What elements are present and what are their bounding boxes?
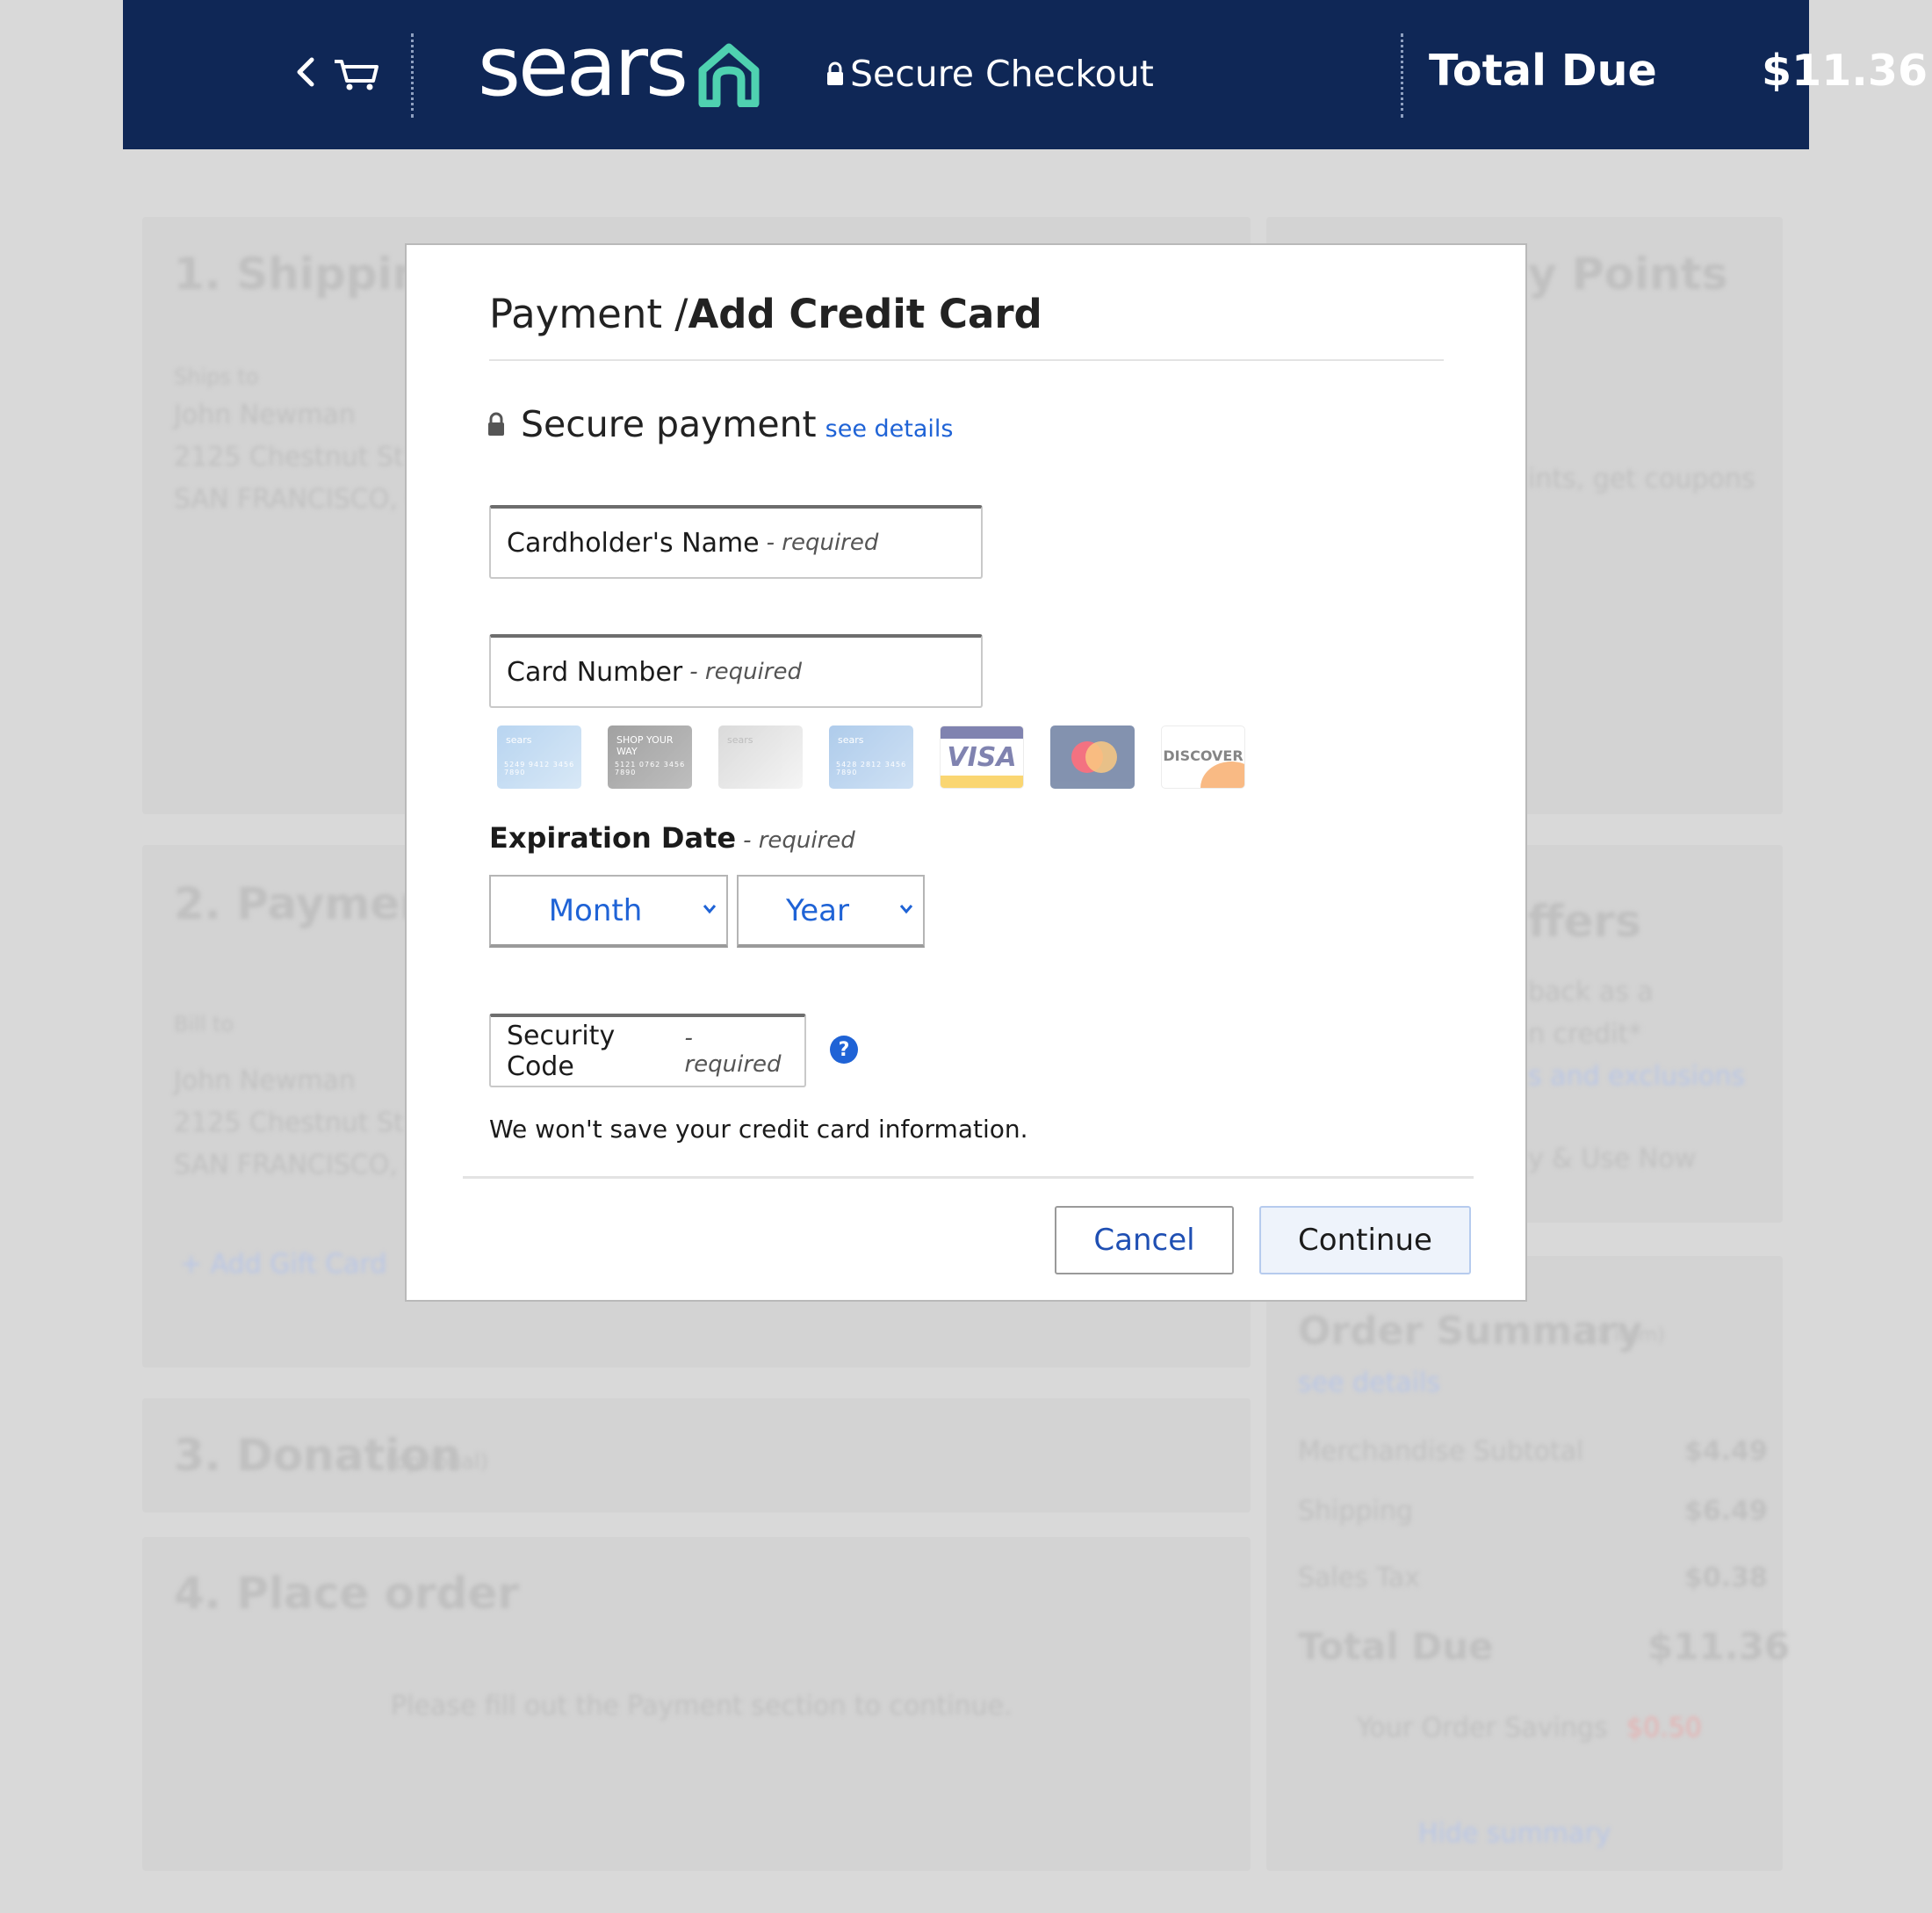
summary-row-value: $4.49 [1684,1436,1768,1467]
total-due-label: Total Due [1429,46,1657,96]
ships-to-label: Ships to [174,365,259,389]
help-icon[interactable]: ? [830,1036,858,1064]
sears-card-icon: sears 5249 9412 3456 7890 [497,725,581,789]
divider [463,1176,1474,1179]
secure-checkout-label: Secure Checkout [825,53,1154,95]
summary-row-value: $6.49 [1684,1496,1768,1527]
add-gift-card-link[interactable]: + Add Gift Card [180,1249,386,1280]
checkout-header: sears Secure Checkout Total Due $11.36 [123,0,1928,149]
security-code-field[interactable]: Security Code - required [489,1014,806,1087]
year-select-value: Year [786,892,849,928]
order-summary-details-link[interactable]: see details [1298,1368,1440,1398]
mastercard-icon [1050,725,1135,789]
expiration-date-label: Expiration Date - required [489,821,855,855]
summary-row-label: Merchandise Subtotal [1298,1436,1584,1467]
bill-street: 2125 Chestnut St [174,1108,404,1138]
secure-checkout-text: Secure Checkout [850,53,1154,95]
sears-home-logo-icon [698,43,760,107]
bill-city: SAN FRANCISCO, CA [174,1150,443,1180]
accepted-cards: sears 5249 9412 3456 7890 SHOP YOUR WAY 51… [497,725,1245,789]
cardholder-name-field[interactable]: Cardholder's Name - required [489,505,983,579]
required-hint: - required [766,530,879,556]
chevron-down-icon [703,905,717,914]
back-arrow-icon[interactable] [292,54,319,90]
shop-your-way-card-icon: SHOP YOUR WAY 5121 0762 3456 7890 [608,725,692,789]
bill-to-label: Bill to [174,1012,234,1036]
modal-title-main: Add Credit Card [688,291,1042,337]
sears-citi-card-icon: sears [718,725,803,789]
summary-row-label: Sales Tax [1298,1563,1420,1593]
secure-payment-label: Secure payment [521,403,817,445]
modal-title-prefix: Payment / [489,291,688,337]
lock-icon [488,412,504,436]
expiration-date-text: Expiration Date [489,821,737,855]
required-hint: - required [743,827,855,854]
order-summary-count: (1 item) [1588,1325,1665,1346]
modal-title: Payment /Add Credit Card [489,291,1042,337]
offers-title: ffers [1528,896,1641,947]
sears-commercial-card-icon: sears 5428 2812 3456 7890 [829,725,913,789]
offers-text-1: back as a [1528,977,1654,1007]
summary-total-label: Total Due [1298,1625,1494,1668]
header-divider [411,33,414,118]
required-hint: - required [684,1025,782,1078]
sears-logo[interactable]: sears [478,26,688,109]
divider [489,359,1444,361]
summary-total-value: $11.36 [1647,1625,1791,1668]
points-title: y Points [1528,249,1728,300]
security-code-label: Security Code [507,1021,616,1082]
cardholder-name-label: Cardholder's Name [507,527,760,559]
order-savings-value: $0.50 [1626,1713,1702,1743]
donation-optional: (optional) [386,1449,488,1474]
ship-street: 2125 Chestnut St [174,442,404,473]
offers-button[interactable]: y & Use Now [1528,1144,1696,1174]
no-save-note: We won't save your credit card informati… [489,1115,1028,1144]
required-hint: - required [689,659,802,685]
summary-row-value: $0.38 [1684,1563,1768,1593]
offers-link[interactable]: s and exclusions [1528,1061,1745,1092]
place-order-title: 4. Place order [174,1568,520,1619]
visa-icon: VISA [940,725,1024,789]
month-select-value: Month [548,892,643,928]
ship-name: John Newman [174,400,356,430]
lock-icon [827,61,843,85]
chevron-down-icon [899,905,913,914]
year-select[interactable]: Year [737,875,925,948]
cart-icon[interactable] [333,56,378,91]
hide-summary-link[interactable]: Hide summary [1418,1818,1611,1849]
total-due-value: $11.36 [1762,46,1928,96]
continue-button[interactable]: Continue [1259,1206,1471,1274]
card-number-label: Card Number [507,656,683,688]
points-text: ints, get coupons [1528,464,1755,494]
ship-city: SAN FRANCISCO, CA [174,484,443,515]
discover-icon: DISCOVER [1161,725,1245,789]
card-number-field[interactable]: Card Number - required [489,634,983,708]
add-credit-card-modal: Payment /Add Credit Card Secure payment … [405,243,1527,1302]
summary-row-label: Shipping [1298,1496,1413,1527]
header-divider [1401,33,1403,118]
see-details-link[interactable]: see details [825,415,954,443]
secure-payment-row: Secure payment see details [486,403,953,445]
cancel-button[interactable]: Cancel [1055,1206,1234,1274]
bill-name: John Newman [174,1065,356,1096]
offers-text-2: n credit* [1528,1019,1642,1050]
order-savings-label: Your Order Savings [1357,1713,1608,1743]
place-order-message: Please fill out the Payment section to c… [391,1691,1013,1722]
month-select[interactable]: Month [489,875,728,948]
